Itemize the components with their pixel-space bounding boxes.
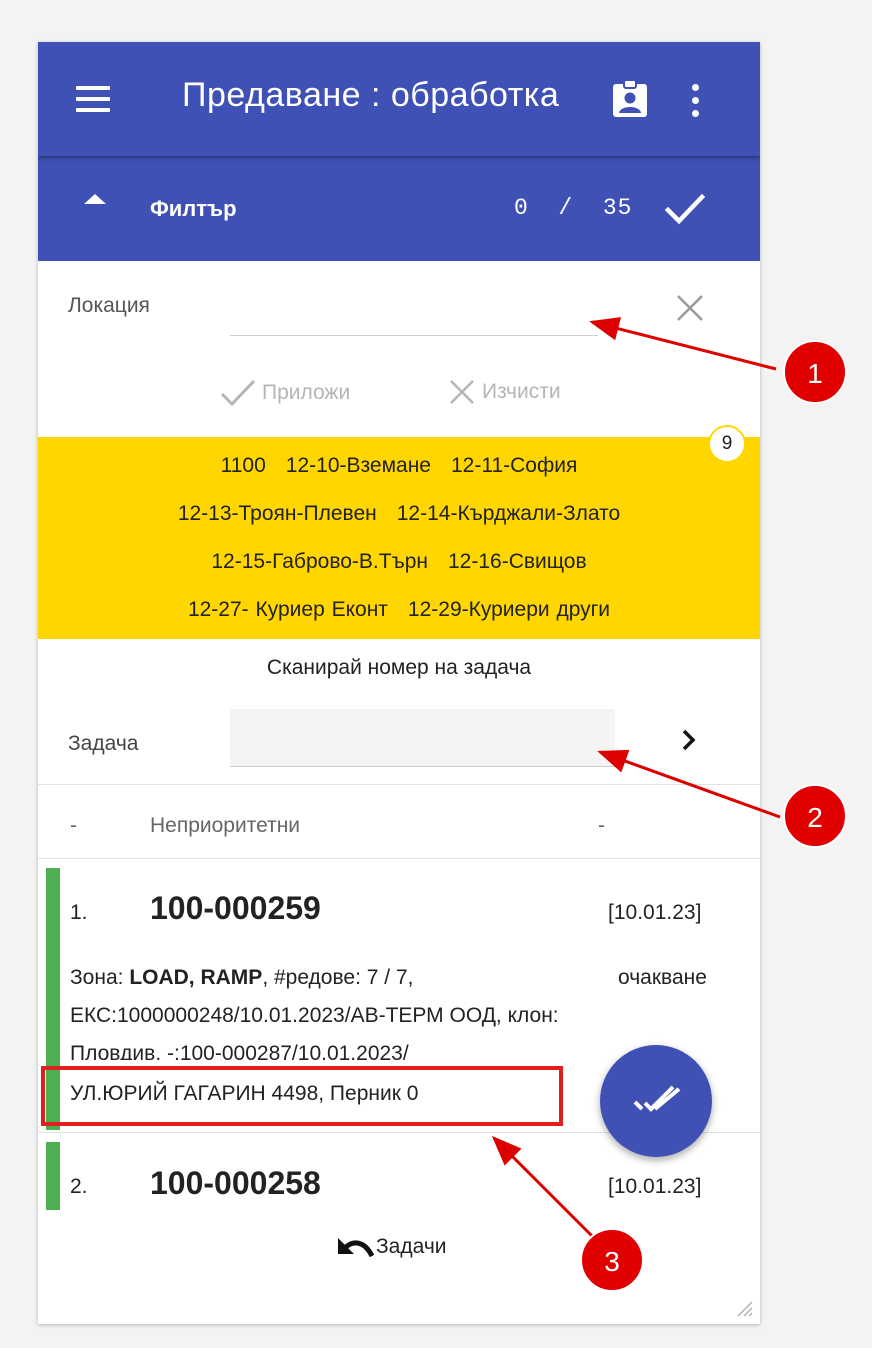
location-chip[interactable]: 12-16-Свищов — [448, 550, 587, 573]
close-icon[interactable] — [674, 292, 706, 329]
status-bar — [46, 1142, 60, 1212]
location-input[interactable] — [230, 304, 598, 336]
rows-text: , #редове: 7 / 7, — [262, 966, 414, 989]
done-all-icon — [633, 1085, 681, 1112]
highlight-box — [41, 1066, 563, 1126]
location-count-badge: 9 — [708, 425, 746, 463]
app-bar: Предаване : обработка — [38, 42, 760, 156]
check-icon — [220, 379, 256, 407]
check-icon[interactable] — [664, 192, 706, 231]
card-status: очакване — [618, 966, 707, 989]
menu-icon[interactable] — [76, 86, 110, 112]
card-number: 2. — [70, 1175, 88, 1198]
resize-handle-icon — [737, 1301, 753, 1317]
priority-left: - — [70, 814, 77, 837]
undo-icon — [338, 1238, 374, 1258]
contact-badge-icon[interactable] — [612, 79, 648, 123]
card-line-3: Пловдив, -:100-000287/10.01.2023/ — [70, 1042, 409, 1060]
location-chip[interactable]: 12-10-Вземане — [286, 454, 431, 477]
divider — [38, 784, 760, 785]
task-input[interactable] — [230, 709, 615, 767]
location-chip[interactable]: 12-14-Кърджали-Злато — [397, 502, 620, 525]
filter-label[interactable]: Филтър — [150, 196, 237, 222]
location-chip[interactable]: 12-29-Куриери други — [408, 598, 610, 621]
tasks-label: Задачи — [376, 1235, 447, 1258]
location-row: 12-15-Габрово-В.Търн 12-16-Свищов — [38, 550, 760, 574]
card-date: [10.01.23] — [608, 1175, 702, 1198]
done-all-fab[interactable] — [600, 1045, 712, 1157]
filter-bar: Филтър 0 / 35 — [38, 156, 760, 261]
card-code: 100-000259 — [150, 890, 321, 926]
filter-count: 0 / 35 — [514, 195, 633, 221]
annotation-marker — [783, 340, 847, 404]
card-zone-line: Зона: LOAD, RAMP, #редове: 7 / 7, — [70, 966, 413, 990]
location-label: Локация — [68, 294, 150, 317]
tasks-back-button[interactable]: Задачи — [336, 1234, 447, 1260]
location-row: 12-13-Троян-Плевен 12-14-Кърджали-Злато — [38, 502, 760, 526]
location-chip[interactable]: 12-27- Куриер Еконт — [188, 598, 388, 621]
annotation-number: 1 — [807, 358, 823, 389]
card-line-2: ЕКС:1000000248/10.01.2023/АВ-ТЕРМ ООД, к… — [70, 1004, 559, 1027]
card-number: 1. — [70, 901, 88, 924]
apply-label: Приложи — [262, 381, 351, 404]
card-code: 100-000258 — [150, 1165, 321, 1201]
bottom-nav: Задачи — [38, 1210, 760, 1324]
page-title: Предаване : обработка — [182, 76, 560, 114]
location-row: 12-27- Куриер Еконт 12-29-Куриери други — [38, 598, 760, 622]
zone-prefix: Зона: — [70, 966, 130, 989]
location-chip[interactable]: 1100 — [221, 454, 266, 477]
location-row: 1100 12-10-Вземане 12-11-София — [38, 454, 760, 478]
apply-button[interactable]: Приложи — [218, 378, 350, 408]
reset-button[interactable]: Изчисти — [448, 378, 561, 406]
annotation-number: 2 — [807, 802, 823, 833]
task-label: Задача — [68, 732, 139, 755]
reset-label: Изчисти — [482, 380, 561, 403]
location-chip[interactable]: 12-13-Троян-Плевен — [178, 502, 377, 525]
zone-value: LOAD, RAMP — [129, 966, 263, 989]
annotation-marker — [783, 784, 847, 848]
card-date: [10.01.23] — [608, 901, 702, 924]
location-chip[interactable]: 12-15-Габрово-В.Търн — [211, 550, 428, 573]
priority-group-label[interactable]: Неприоритетни — [150, 814, 300, 838]
scan-instruction: Сканирай номер на задача — [266, 656, 532, 679]
selected-locations-panel[interactable]: 1100 12-10-Вземане 12-11-София 12-13-Троян… — [38, 437, 760, 639]
location-chip[interactable]: 12-11-София — [451, 454, 577, 477]
divider — [38, 858, 760, 859]
triangle-up-icon[interactable] — [84, 194, 106, 204]
app-window: Предаване : обработка Филтър 0 / 35 Лока… — [38, 42, 760, 1324]
chevron-right-icon[interactable] — [680, 728, 698, 757]
priority-right: - — [598, 814, 605, 837]
more-vert-icon[interactable] — [684, 80, 708, 120]
close-icon — [450, 380, 474, 404]
